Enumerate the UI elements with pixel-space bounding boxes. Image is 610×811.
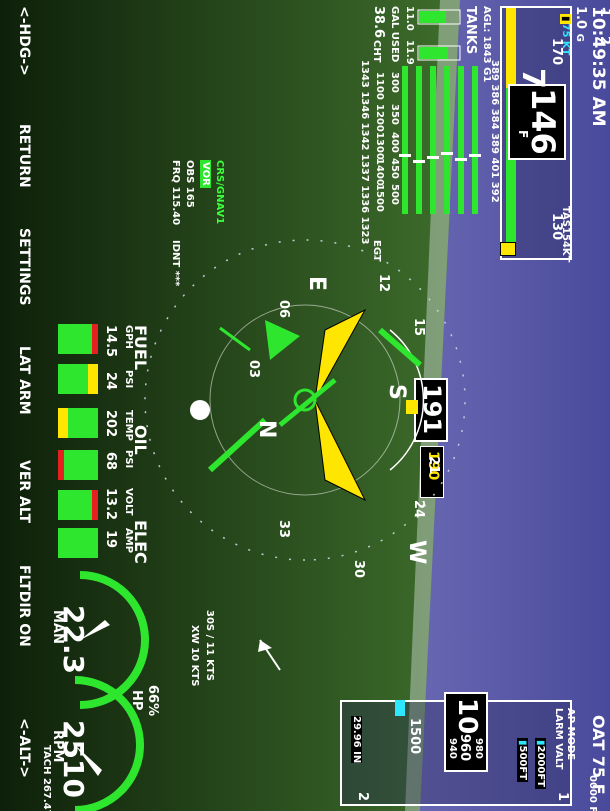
cyl-marker-4 bbox=[427, 156, 439, 159]
cyl-bar-4 bbox=[430, 66, 436, 214]
bearing-pointer bbox=[219, 326, 251, 352]
course-arrow-head bbox=[265, 320, 300, 360]
oil-psi-value: 68 bbox=[103, 452, 118, 471]
softkey-hdg[interactable]: <-HDG-> bbox=[4, 6, 32, 76]
nav-obs: OBS 165 bbox=[184, 160, 195, 208]
softkey-fltdir-on[interactable]: FLTDIR ON bbox=[4, 565, 32, 647]
altitude-bug[interactable] bbox=[395, 700, 405, 716]
compass-label-30: 30 bbox=[351, 560, 366, 578]
ap-mode-line2: LARM VALT bbox=[553, 708, 564, 770]
softkey-alt[interactable]: <-ALT-> bbox=[4, 718, 32, 778]
cyl-bar-1 bbox=[472, 66, 478, 214]
compass-label-21: 21 bbox=[426, 456, 441, 474]
cyl-marker-1 bbox=[469, 154, 481, 157]
amp-label: AMP bbox=[123, 528, 134, 554]
compass-label-33: 33 bbox=[276, 520, 291, 538]
fuel-psi-value: 24 bbox=[103, 372, 118, 391]
softkey-ver-alt[interactable]: VER ALT bbox=[4, 460, 32, 523]
softkey-settings[interactable]: SETTINGS bbox=[4, 228, 32, 306]
baro-setting[interactable]: 29.96 IN bbox=[351, 716, 362, 764]
cdi-deviation bbox=[278, 378, 337, 427]
compass-label-e: E bbox=[304, 276, 329, 291]
wind-line1: 30S / 11 KTS bbox=[204, 610, 215, 681]
oil-psi-bar-red bbox=[58, 450, 64, 480]
oil-temp-label: TEMP bbox=[123, 410, 134, 441]
vs-scale-mark-top: 1 bbox=[555, 792, 570, 802]
cyl-bar-6 bbox=[402, 66, 408, 214]
cyl-bar-2 bbox=[458, 66, 464, 214]
efis-display: 10:49:35 AM 1.0 G OAT 75 F 170 160 130 ▮… bbox=[0, 0, 610, 811]
compass-inner bbox=[209, 304, 401, 496]
cyl-marker-6 bbox=[399, 154, 411, 157]
nav-source-panel: CRS/GNAV1 VOR OBS 165 FRQ 115.40 IDNT **… bbox=[145, 160, 225, 310]
amp-bar bbox=[58, 528, 98, 558]
ap-mode-line1: AP MODE bbox=[565, 708, 576, 761]
oil-temp-value: 202 bbox=[103, 410, 118, 438]
vs-scale-mark-bottom: 2 bbox=[355, 792, 370, 802]
nav-source[interactable]: CRS/GNAV1 bbox=[214, 160, 225, 224]
vs-rate: 0000 FM bbox=[587, 775, 598, 811]
aircraft-symbol bbox=[190, 400, 210, 420]
gph-bar-red bbox=[92, 324, 98, 354]
compass-label-24: 24 bbox=[411, 500, 426, 518]
altitude-tick-1500: 1500 bbox=[407, 718, 422, 755]
nav-ident: IDNT *** bbox=[170, 240, 181, 287]
oil-psi-label: PSI bbox=[123, 450, 134, 469]
altitude-main: 10 bbox=[452, 698, 482, 735]
tanks-label: TANKS bbox=[463, 6, 478, 55]
egt-top-labels: 389 386 384 389 401 392 bbox=[489, 60, 500, 203]
wind-arrow-head bbox=[258, 640, 272, 652]
fuel-psi-bar-yellow bbox=[88, 364, 98, 394]
volt-label: VOLT bbox=[123, 488, 134, 516]
gal-used-label: GAL USED bbox=[389, 6, 400, 63]
volt-bar-red bbox=[92, 490, 98, 520]
compass-label-03: 03 bbox=[246, 360, 261, 378]
cyl-bar-3 bbox=[444, 66, 450, 214]
altitude-selected[interactable]: ▮2000FT bbox=[535, 738, 546, 790]
attitude-wing-right bbox=[314, 399, 367, 502]
nav-freq: FRQ 115.40 bbox=[170, 160, 181, 226]
tach-readout: TACH 267.47 bbox=[41, 745, 52, 811]
cyl-marker-2 bbox=[455, 158, 467, 161]
cht-values: 1343 1346 1342 1337 1336 1323 bbox=[359, 60, 370, 245]
fuel-psi-label: PSI bbox=[123, 370, 134, 389]
fuel-oil-elec-bars bbox=[58, 324, 98, 558]
cht-egt-bars bbox=[399, 66, 481, 214]
gal-used-value: 38.6 bbox=[371, 6, 386, 39]
vsi-select[interactable]: ▮500FT bbox=[517, 738, 528, 783]
man-label: MAN bbox=[50, 610, 65, 644]
wind-line2: XW 10 KTS bbox=[189, 625, 200, 687]
softkey-lat-arm[interactable]: LAT ARM bbox=[4, 346, 32, 415]
compass-label-15: 15 bbox=[411, 318, 426, 336]
volt-value: 13.2 bbox=[103, 488, 118, 521]
nav-mode: VOR bbox=[200, 160, 211, 188]
altitude-small-upper: 980 bbox=[473, 738, 484, 759]
gph-label: GPH bbox=[123, 325, 134, 349]
compass-label-s: S bbox=[384, 384, 409, 400]
compass-label-06: 06 bbox=[276, 300, 291, 318]
amp-value: 19 bbox=[103, 530, 118, 549]
softkey-return[interactable]: RETURN bbox=[4, 124, 32, 188]
rotated-panel: 10:49:35 AM 1.0 G OAT 75 F 170 160 130 ▮… bbox=[0, 0, 610, 811]
altitude-box: 10 980 960 940 bbox=[444, 692, 488, 772]
attitude-wing-left bbox=[314, 308, 367, 401]
altitude-small-lower: 940 bbox=[447, 738, 458, 759]
cyl-marker-3 bbox=[441, 152, 453, 155]
rpm-label: RPM bbox=[50, 730, 65, 763]
oil-temp-bar-yellow bbox=[58, 408, 68, 438]
gph-value: 14.5 bbox=[103, 325, 118, 358]
tank-left-fill bbox=[419, 11, 446, 23]
compass-label-w: W bbox=[404, 540, 429, 564]
altitude-small: 960 bbox=[457, 734, 472, 762]
cyl-bar-5 bbox=[416, 66, 422, 214]
cyl-marker-5 bbox=[413, 160, 425, 163]
compass-label-n: N bbox=[254, 420, 279, 438]
